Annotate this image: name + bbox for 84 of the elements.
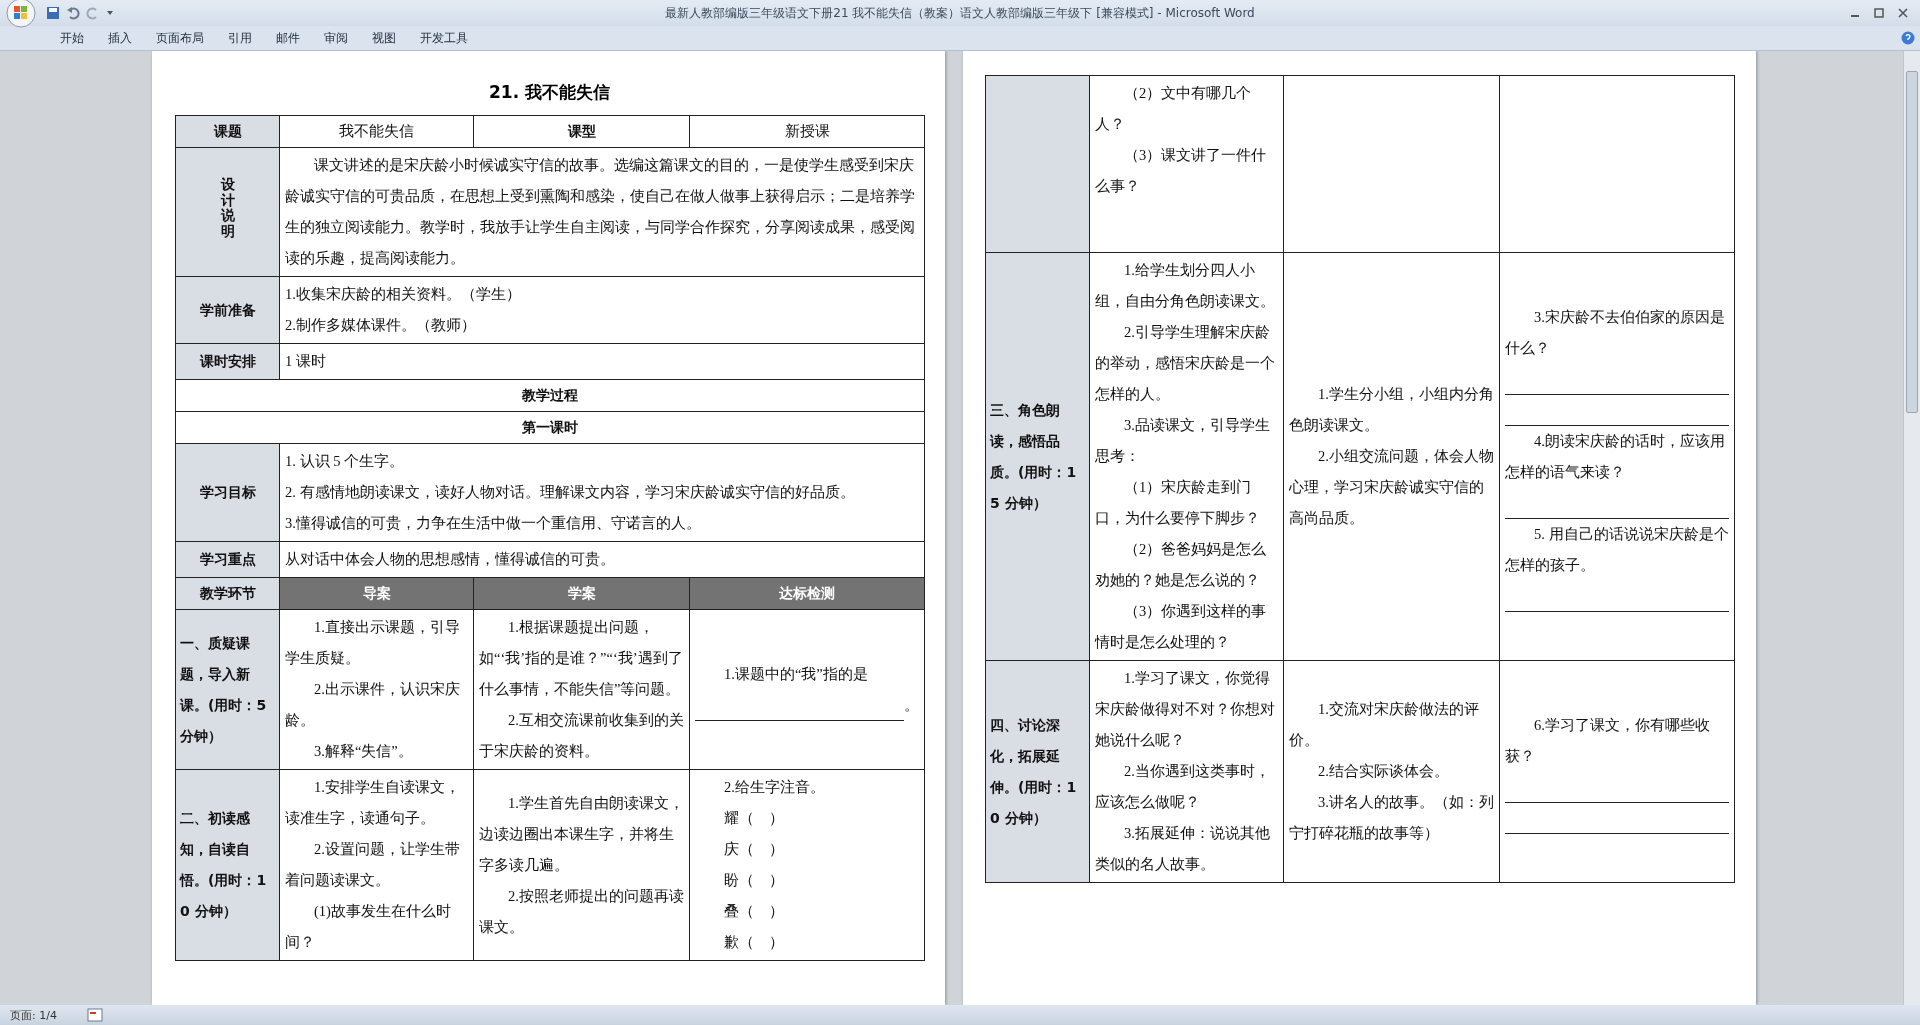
paragraph: 1.根据课题提出问题，如“‘我’指的是谁？”“‘我’遇到了什么事情，不能失信”等问题。 [479, 618, 684, 699]
paragraph: 4.朗读宋庆龄的话时，应该用怎样的语气来读？ [1505, 431, 1726, 482]
paragraph: 1. 认识 5 个生字。 [285, 452, 405, 471]
table-cell: 三、角色朗读，感悟品质。(用时：15 分钟） [985, 252, 1090, 661]
paragraph: 3.品读课文，引导学生思考： [1095, 416, 1271, 466]
paragraph: 3.拓展延伸：说说其他类似的名人故事。 [1095, 824, 1271, 874]
paragraph: 1 课时 [285, 352, 327, 371]
paragraph: （1）宋庆龄走到门口，为什么要停下脚步？ [1095, 478, 1261, 528]
ribbon-tab[interactable]: 开发工具 [408, 26, 480, 50]
paragraph: 叠（ ） [723, 902, 785, 921]
table-cell: 课型 [473, 115, 690, 148]
paragraph: （3）你遇到这样的事情时是怎么处理的？ [1095, 602, 1268, 652]
table-cell: 第一课时 [175, 411, 925, 444]
table-header-cell: 学案 [473, 577, 690, 610]
ribbon-tab[interactable]: 审阅 [312, 26, 360, 50]
office-logo-icon[interactable] [6, 0, 36, 28]
paragraph: （2）文中有哪几个人？ [1095, 84, 1253, 134]
paragraph: 2.设置问题，让学生带着问题读课文。 [285, 840, 461, 890]
help-icon[interactable] [1901, 31, 1915, 45]
paragraph: 2.引导学生理解宋庆龄的举动，感悟宋庆龄是一个怎样的人。 [1095, 323, 1276, 404]
ribbon-tab[interactable]: 开始 [48, 26, 96, 50]
paragraph: 歉（ ） [723, 933, 785, 952]
paragraph: 2. 有感情地朗读课文，读好人物对话。理解课文内容，学习宋庆龄诚实守信的好品质。 [285, 483, 856, 502]
paragraph: 1.收集宋庆龄的相关资料。（学生） [285, 285, 522, 304]
paragraph: 3.宋庆龄不去伯伯家的原因是什么？ [1505, 307, 1726, 358]
ribbon-tab[interactable]: 页面布局 [144, 26, 216, 50]
paragraph: （3）课文讲了一件什么事？ [1095, 146, 1268, 196]
paragraph: 从对话中体会人物的思想感情，懂得诚信的可贵。 [285, 550, 616, 569]
table-cell: 教学过程 [175, 379, 925, 412]
maximize-icon[interactable] [1874, 8, 1884, 18]
window-title: 最新人教部编版三年级语文下册21 我不能失信（教案）语文人教部编版三年级下 [兼容模式] - Microsoft Word [664, 4, 1256, 22]
paragraph: 1.学生首先自由朗读课文，边读边圈出本课生字，并将生字多读几遍。 [479, 793, 684, 875]
paragraph: 1.交流对宋庆龄做法的评价。 [1289, 700, 1480, 750]
paragraph: 1.学生分小组，小组内分角色朗读课文。 [1289, 385, 1494, 435]
paragraph: 2.结合实际谈体会。 [1317, 762, 1450, 781]
paragraph: 2.出示课件，认识宋庆龄。 [285, 680, 461, 730]
paragraph: (1)故事发生在什么时间？ [285, 902, 452, 952]
paragraph: 课文讲述的是宋庆龄小时候诚实守信的故事。选编这篇课文的目的，一是使学生感受到宋庆龄诚实守信的可贵品质，在思想上受到熏陶和感染，使自己在做人做事上获得启示；二是培养学生的独立阅读能力。教学时，我放手让学生自主阅读，与同学合作探究，分享阅读成果，感受阅读的乐趣，提高阅读能力。 [285, 156, 916, 268]
table-cell: 课时安排 [175, 343, 280, 380]
table-cell: 设计说明 [175, 147, 280, 277]
paragraph: 1.安排学生自读课文，读准生字，读通句子。 [285, 778, 461, 828]
paragraph: 5. 用自己的话说说宋庆龄是个怎样的孩子。 [1505, 524, 1729, 575]
close-icon[interactable] [1898, 8, 1908, 18]
ribbon-tab[interactable]: 邮件 [264, 26, 312, 50]
paragraph: 2.互相交流课前收集到的关于宋庆龄的资料。 [479, 711, 684, 761]
page-count: 页面: 1/4 [10, 1007, 57, 1023]
paragraph: 6.学习了课文，你有哪些收获？ [1505, 715, 1711, 766]
customize-caret-icon[interactable] [106, 9, 114, 17]
paragraph: 3.讲名人的故事。（如：列宁打碎花瓶的故事等） [1289, 793, 1494, 843]
table-cell: 二、初读感知，自读自悟。(用时：10 分钟） [175, 769, 280, 961]
paragraph: 1.直接出示课题，引导学生质疑。 [285, 618, 461, 668]
paragraph: （2）爸爸妈妈是怎么劝她的？她是怎么说的？ [1095, 540, 1268, 590]
ribbon-tab[interactable]: 插入 [96, 26, 144, 50]
table-header-cell: 教学环节 [175, 577, 280, 610]
paragraph: 1.学习了课文，你觉得宋庆龄做得对不对？你想对她说什么呢？ [1095, 669, 1276, 750]
table-cell: 一、质疑课题，导入新课。(用时：5 分钟） [175, 609, 280, 770]
paragraph: 3.懂得诚信的可贵，力争在生活中做一个重信用、守诺言的人。 [285, 514, 702, 533]
table-header-cell: 达标检测 [689, 577, 925, 610]
table-cell: 学前准备 [175, 276, 280, 344]
table-cell: 新授课 [689, 115, 925, 148]
punctuation: 。 [904, 695, 919, 715]
paragraph: 耀（ ） [723, 809, 785, 828]
table-cell: 我不能失信 [279, 115, 474, 148]
table-cell: 课题 [175, 115, 280, 148]
undo-icon[interactable] [66, 6, 80, 20]
ribbon-tab[interactable]: 视图 [360, 26, 408, 50]
paragraph: 2.按照老师提出的问题再读课文。 [479, 886, 684, 937]
paragraph: 2.给生字注音。 [723, 778, 826, 797]
table-cell: 学习重点 [175, 541, 280, 578]
save-icon[interactable] [46, 6, 60, 20]
paragraph: 3.解释“失信”。 [313, 742, 414, 761]
ribbon-tab[interactable]: 引用 [216, 26, 264, 50]
table-header-cell: 导案 [279, 577, 474, 610]
paragraph: 2.小组交流问题，体会人物心理，学习宋庆龄诚实守信的高尚品质。 [1289, 447, 1494, 528]
document-heading: 21. 我不能失信 [487, 81, 611, 104]
table-cell: 学习目标 [175, 443, 280, 542]
paragraph: 庆（ ） [723, 840, 785, 859]
paragraph: 盼（ ） [723, 871, 785, 890]
paragraph: 2.制作多媒体课件。（教师） [285, 316, 477, 335]
paragraph: 1.给学生划分四人小组，自由分角色朗读课文。 [1095, 261, 1276, 311]
document-icon[interactable] [86, 1008, 103, 1022]
table-cell: 四、讨论深化，拓展延伸。(用时：10 分钟） [985, 660, 1090, 883]
paragraph: 2.当你遇到这类事时，应该怎么做呢？ [1095, 762, 1271, 812]
paragraph: 1.课题中的“我”指的是 [723, 664, 869, 684]
